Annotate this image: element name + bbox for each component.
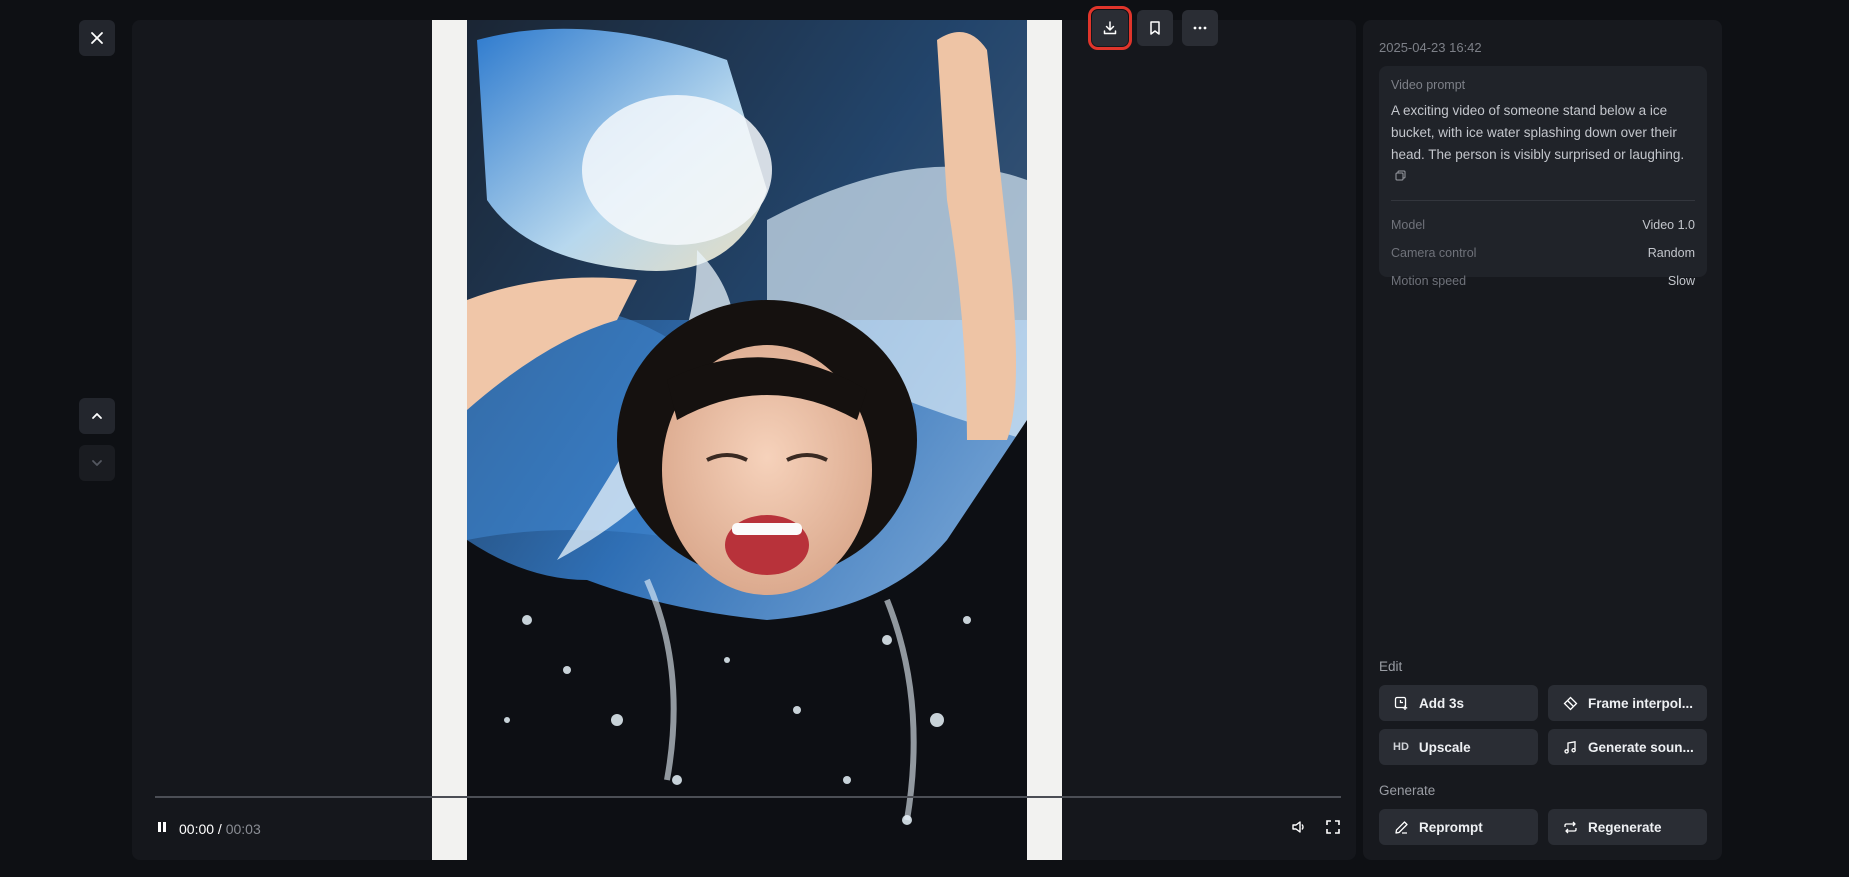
meta-value: Slow [1667,274,1695,289]
hd-icon: HD [1393,741,1409,753]
add-3s-label: Add 3s [1419,695,1465,711]
duration: 00:03 [225,821,261,837]
meta-row-camera-control: Camera control Random [1391,239,1695,267]
upscale-button[interactable]: HD Upscale [1379,729,1538,765]
time-separator: / [214,821,226,837]
bookmark-button[interactable] [1137,10,1173,46]
add-3s-button[interactable]: Add 3s [1379,685,1538,721]
repeat-icon [1562,819,1578,835]
reprompt-label: Reprompt [1419,819,1483,835]
generate-sound-button[interactable]: Generate soun... [1548,729,1707,765]
close-button[interactable] [79,20,115,56]
regenerate-label: Regenerate [1588,819,1662,835]
meta-row-model: Model Video 1.0 [1391,211,1695,239]
generate-sound-label: Generate soun... [1588,739,1694,755]
details-panel: 2025-04-23 16:42 Video prompt A exciting… [1363,20,1722,860]
prompt-text-content: A exciting video of someone stand below … [1391,103,1685,162]
copy-prompt-button[interactable] [1395,166,1406,188]
add-time-icon [1393,695,1409,711]
chevron-up-icon [92,413,102,419]
close-icon [91,32,103,44]
meta-value: Random [1647,246,1695,261]
volume-button[interactable] [1291,819,1307,840]
generate-label: Generate [1379,783,1436,798]
meta-row-motion-speed: Motion speed Slow [1391,267,1695,295]
pencil-icon [1393,819,1409,835]
more-button[interactable] [1182,10,1218,46]
progress-bar[interactable] [155,796,1341,798]
prompt-card: Video prompt A exciting video of someone… [1379,66,1707,288]
player-controls: 00:00 / 00:03 [155,815,1341,843]
time-display: 00:00 / 00:03 [179,821,261,837]
copy-icon [1395,170,1406,181]
meta-value: Video 1.0 [1642,218,1695,233]
volume-icon [1292,820,1304,833]
video-stage: 00:00 / 00:03 [132,20,1356,860]
prompt-title: Video prompt [1391,78,1466,92]
pause-icon [158,821,166,832]
music-note-icon [1562,739,1578,755]
previous-button[interactable] [79,398,115,434]
upscale-label: Upscale [1418,739,1471,755]
divider [1391,200,1695,202]
chevron-down-icon [92,460,102,466]
regenerate-button[interactable]: Regenerate [1548,809,1707,845]
more-icon [1193,26,1207,30]
download-button[interactable] [1088,6,1132,50]
video-player[interactable] [432,20,1062,860]
frame-interpolation-label: Frame interpol... [1588,695,1694,711]
current-time: 00:00 [179,821,215,837]
reprompt-button[interactable]: Reprompt [1379,809,1538,845]
fullscreen-button[interactable] [1325,819,1341,840]
fullscreen-icon [1326,819,1340,834]
video-frame-image [467,20,1027,860]
frame-interpolation-button[interactable]: Frame interpol... [1548,685,1707,721]
meta-key: Motion speed [1391,274,1467,289]
next-button[interactable] [79,445,115,481]
meta-key: Model [1391,218,1426,233]
edit-label: Edit [1379,659,1403,674]
meta-key: Camera control [1391,246,1477,261]
timestamp: 2025-04-23 16:42 [1379,40,1482,55]
diamond-icon [1562,695,1578,711]
download-icon [1103,21,1117,35]
prompt-text: A exciting video of someone stand below … [1391,100,1695,188]
pause-button[interactable] [155,820,169,839]
bookmark-icon [1150,21,1160,35]
